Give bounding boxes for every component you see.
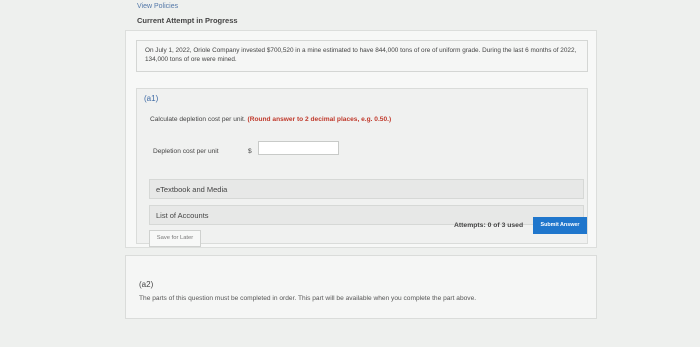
instruction-text: Calculate depletion cost per unit. xyxy=(150,116,246,123)
save-for-later-button[interactable]: Save for Later xyxy=(149,230,201,247)
etextbook-media-expander[interactable]: eTextbook and Media xyxy=(149,179,584,199)
part-a2-locked-message: The parts of this question must be compl… xyxy=(139,295,477,302)
depletion-cost-label: Depletion cost per unit xyxy=(153,148,219,155)
attempts-counter: Attempts: 0 of 3 used xyxy=(454,222,524,229)
part-a1-label: (a1) xyxy=(144,94,159,103)
rounding-note: (Round answer to 2 decimal places, e.g. … xyxy=(247,116,392,123)
part-a2-box xyxy=(125,255,597,319)
part-a2-label: (a2) xyxy=(139,280,154,289)
current-attempt-heading: Current Attempt in Progress xyxy=(137,16,238,25)
submit-answer-button[interactable]: Submit Answer xyxy=(533,217,587,234)
currency-symbol: $ xyxy=(248,148,252,155)
depletion-cost-input[interactable] xyxy=(258,141,339,155)
part-a1-instruction: Calculate depletion cost per unit. (Roun… xyxy=(150,116,391,123)
view-policies-link[interactable]: View Policies xyxy=(137,3,178,10)
problem-statement-box: On July 1, 2022, Oriole Company invested… xyxy=(136,40,588,72)
problem-statement: On July 1, 2022, Oriole Company invested… xyxy=(145,47,577,63)
